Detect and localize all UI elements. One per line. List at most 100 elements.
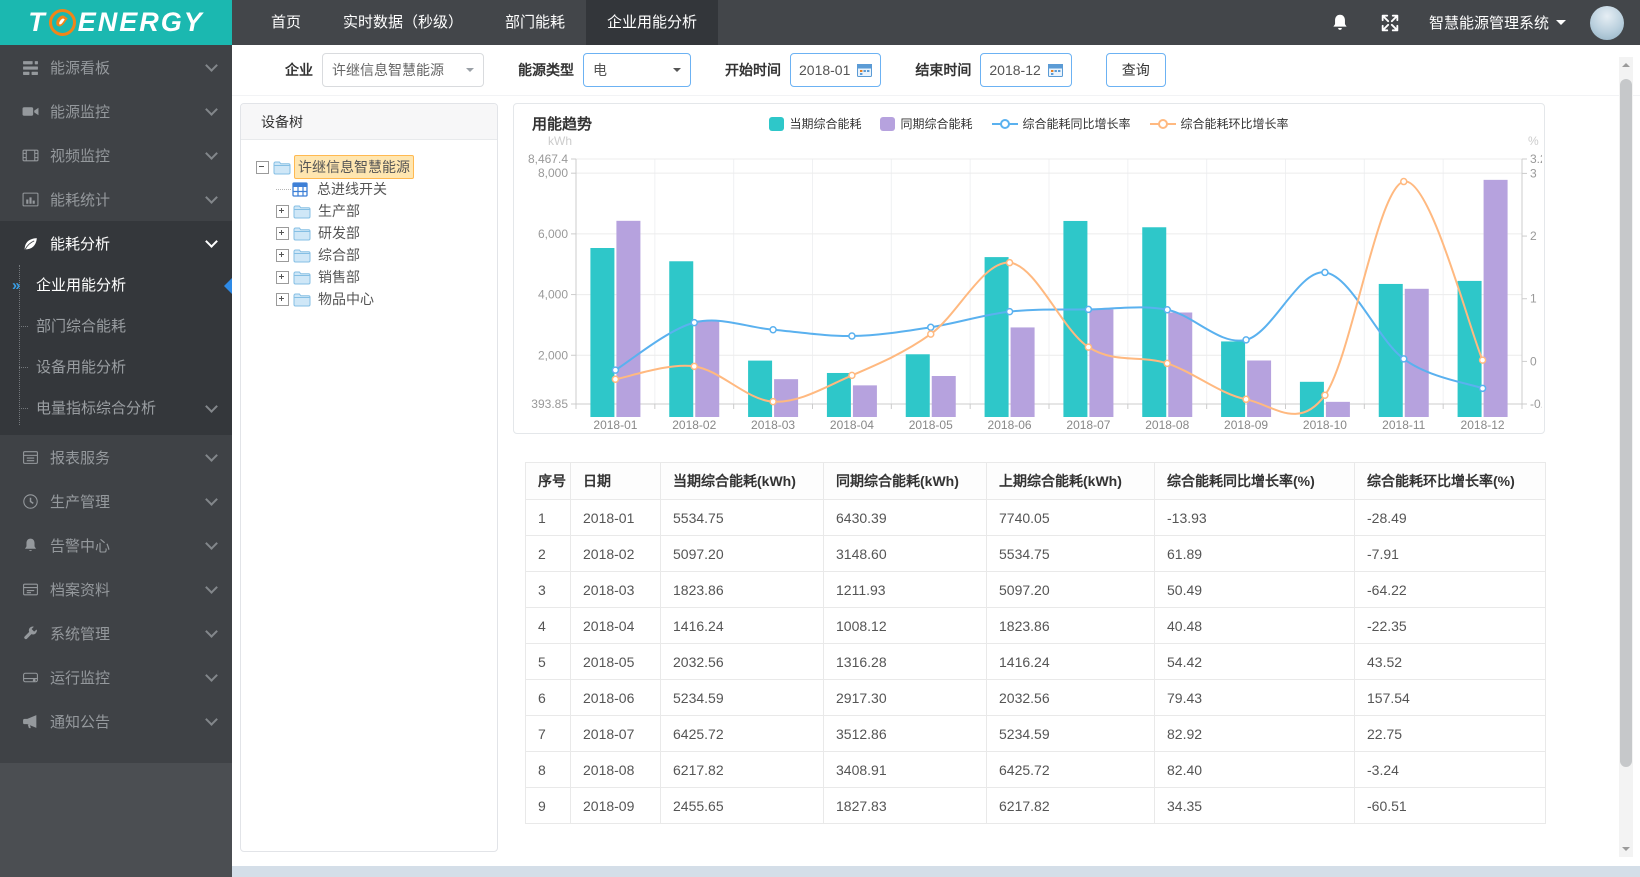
tree-expand-icon[interactable] — [276, 226, 289, 240]
sidebar-subitem-3[interactable]: 电量指标综合分析 — [0, 388, 232, 429]
scrollbar-up-arrow-icon[interactable] — [1622, 63, 1630, 67]
svg-text:2018-12: 2018-12 — [1461, 418, 1505, 431]
sidebar-item-9[interactable]: 系统管理 — [0, 611, 232, 655]
table-cell: -13.93 — [1154, 499, 1355, 536]
legend-label: 同期综合能耗 — [900, 117, 973, 131]
vertical-scrollbar[interactable] — [1619, 57, 1633, 857]
tree-node-label[interactable]: 研发部 — [314, 221, 364, 245]
svg-text:2,000: 2,000 — [538, 348, 568, 362]
svg-text:2018-09: 2018-09 — [1224, 418, 1268, 431]
legend-item-1[interactable]: 同期综合能耗 — [880, 115, 973, 132]
table-cell: -3.24 — [1354, 751, 1546, 788]
tree-node[interactable]: 许继信息智慧能源 — [256, 155, 497, 179]
sidebar-subitem-1[interactable]: 部门综合能耗 — [0, 306, 232, 347]
sidebar-item-2[interactable]: 视频监控 — [0, 133, 232, 177]
table-cell: 1 — [525, 499, 571, 536]
company-label: 企业 — [285, 62, 313, 78]
tree-node[interactable]: 销售部 — [256, 266, 497, 288]
sidebar-item-6[interactable]: 生产管理 — [0, 479, 232, 523]
sidebar-item-7[interactable]: 告警中心 — [0, 523, 232, 567]
sidebar-subitem-label: 部门综合能耗 — [36, 318, 127, 335]
wrench-icon — [21, 624, 39, 642]
nav-tab-3[interactable]: 部门能耗 — [484, 0, 586, 45]
drive-icon — [21, 668, 39, 686]
tree-expand-icon[interactable] — [276, 292, 289, 306]
table-cell: 5534.75 — [660, 499, 824, 536]
sidebar-item-4[interactable]: 能耗分析 — [0, 221, 232, 265]
table-cell: 1416.24 — [986, 643, 1155, 680]
table-cell: -60.51 — [1354, 787, 1546, 824]
tree-node-label[interactable]: 物品中心 — [314, 287, 378, 311]
fullscreen-icon[interactable] — [1379, 12, 1401, 34]
usage-trend-card: 用能趋势 当期综合能耗 同期综合能耗 综合能耗同比增长率 综合能耗环比增长率 8,46… — [513, 103, 1545, 434]
start-time-input[interactable]: 2018-01 — [790, 53, 882, 87]
sidebar-subitem-0[interactable]: » 企业用能分析 — [0, 265, 232, 306]
sidebar-item-11[interactable]: 通知公告 — [0, 699, 232, 743]
sidebar-subitem-2[interactable]: 设备用能分析 — [0, 347, 232, 388]
system-title-dropdown[interactable]: 智慧能源管理系统 — [1429, 12, 1566, 33]
table-cell: 34.35 — [1154, 787, 1355, 824]
nav-tab-1[interactable]: 首页 — [250, 0, 322, 45]
table-column-header-5: 综合能耗同比增长率(%) — [1154, 462, 1355, 500]
tree-expand-icon[interactable] — [276, 248, 289, 262]
scrollbar-thumb[interactable] — [1620, 79, 1632, 767]
scrollbar-down-arrow-icon[interactable] — [1622, 847, 1630, 851]
sidebar-item-0[interactable]: 能源看板 — [0, 45, 232, 89]
archive-icon — [21, 580, 39, 598]
tree-node-label[interactable]: 生产部 — [314, 199, 364, 223]
tree-node[interactable]: 总进线开关 — [256, 178, 497, 200]
query-button[interactable]: 查询 — [1105, 53, 1166, 87]
sidebar-item-5[interactable]: 报表服务 — [0, 435, 232, 479]
nav-tab-2[interactable]: 实时数据（秒级） — [322, 0, 484, 45]
svg-text:2018-08: 2018-08 — [1145, 418, 1189, 431]
device-tree-title: 设备树 — [241, 104, 497, 140]
tree-node[interactable]: 物品中心 — [256, 288, 497, 310]
tree-expand-icon[interactable] — [276, 204, 289, 218]
table-cell: -28.49 — [1354, 499, 1546, 536]
legend-item-2[interactable]: 综合能耗同比增长率 — [991, 115, 1131, 132]
data-table: 序号 日期 当期综合能耗(kWh) 同期综合能耗(kWh) 上期综合能耗(kWh) 综合能… — [525, 462, 1546, 824]
table-cell: 2032.56 — [986, 679, 1155, 716]
sidebar-item-3[interactable]: 能耗统计 — [0, 177, 232, 221]
avatar[interactable] — [1590, 5, 1624, 40]
horizontal-scrollbar[interactable] — [232, 866, 1640, 877]
folder-icon — [293, 292, 311, 307]
svg-text:393.85: 393.85 — [531, 397, 568, 411]
notification-bell-icon[interactable] — [1329, 12, 1351, 34]
table-cell: 5234.59 — [986, 715, 1155, 752]
sidebar-item-10[interactable]: 运行监控 — [0, 655, 232, 699]
table-row: 5 2018-05 2032.56 1316.28 1416.24 54.42 43.52 — [525, 643, 1546, 680]
sidebar-item-label: 能源看板 — [50, 59, 111, 77]
sidebar-item-1[interactable]: 能源监控 — [0, 89, 232, 133]
legend-item-3[interactable]: 综合能耗环比增长率 — [1149, 115, 1289, 132]
tree-node-label[interactable]: 综合部 — [314, 243, 364, 267]
tree-root-label[interactable]: 许继信息智慧能源 — [294, 155, 414, 179]
sidebar-item-8[interactable]: 档案资料 — [0, 567, 232, 611]
tree-expand-icon[interactable] — [276, 270, 289, 284]
sidebar-item-label: 能源监控 — [50, 103, 111, 121]
table-cell: 61.89 — [1154, 535, 1355, 572]
legend-label: 当期综合能耗 — [789, 117, 862, 131]
sidebar-subitem-label: 电量指标综合分析 — [36, 400, 157, 417]
sidebar-item-label: 视频监控 — [50, 147, 111, 165]
table-cell: 6217.82 — [660, 751, 824, 788]
table-cell: 5234.59 — [660, 679, 824, 716]
legend-item-0[interactable]: 当期综合能耗 — [769, 115, 861, 132]
nav-tab-4[interactable]: 企业用能分析 — [586, 0, 719, 45]
svg-text:%: % — [1528, 134, 1539, 148]
tree-node[interactable]: 研发部 — [256, 222, 497, 244]
tree-node[interactable]: 综合部 — [256, 244, 497, 266]
table-row: 4 2018-04 1416.24 1008.12 1823.86 40.48 -22.35 — [525, 607, 1546, 644]
tree-node[interactable]: 生产部 — [256, 200, 497, 222]
table-cell: 2018-04 — [570, 607, 661, 644]
table-cell: 7740.05 — [986, 499, 1155, 536]
tree-node-label[interactable]: 销售部 — [314, 265, 364, 289]
sidebar-item-label: 能耗统计 — [50, 191, 111, 209]
company-select[interactable]: 许继信息智慧能源 — [322, 53, 484, 87]
svg-text:2018-06: 2018-06 — [988, 418, 1032, 431]
active-item-arrows-icon: » — [12, 277, 21, 294]
end-time-input[interactable]: 2018-12 — [980, 53, 1072, 87]
tree-node-label[interactable]: 总进线开关 — [313, 177, 391, 201]
tree-collapse-icon[interactable] — [256, 160, 269, 174]
energy-type-select[interactable]: 电 — [583, 53, 691, 87]
